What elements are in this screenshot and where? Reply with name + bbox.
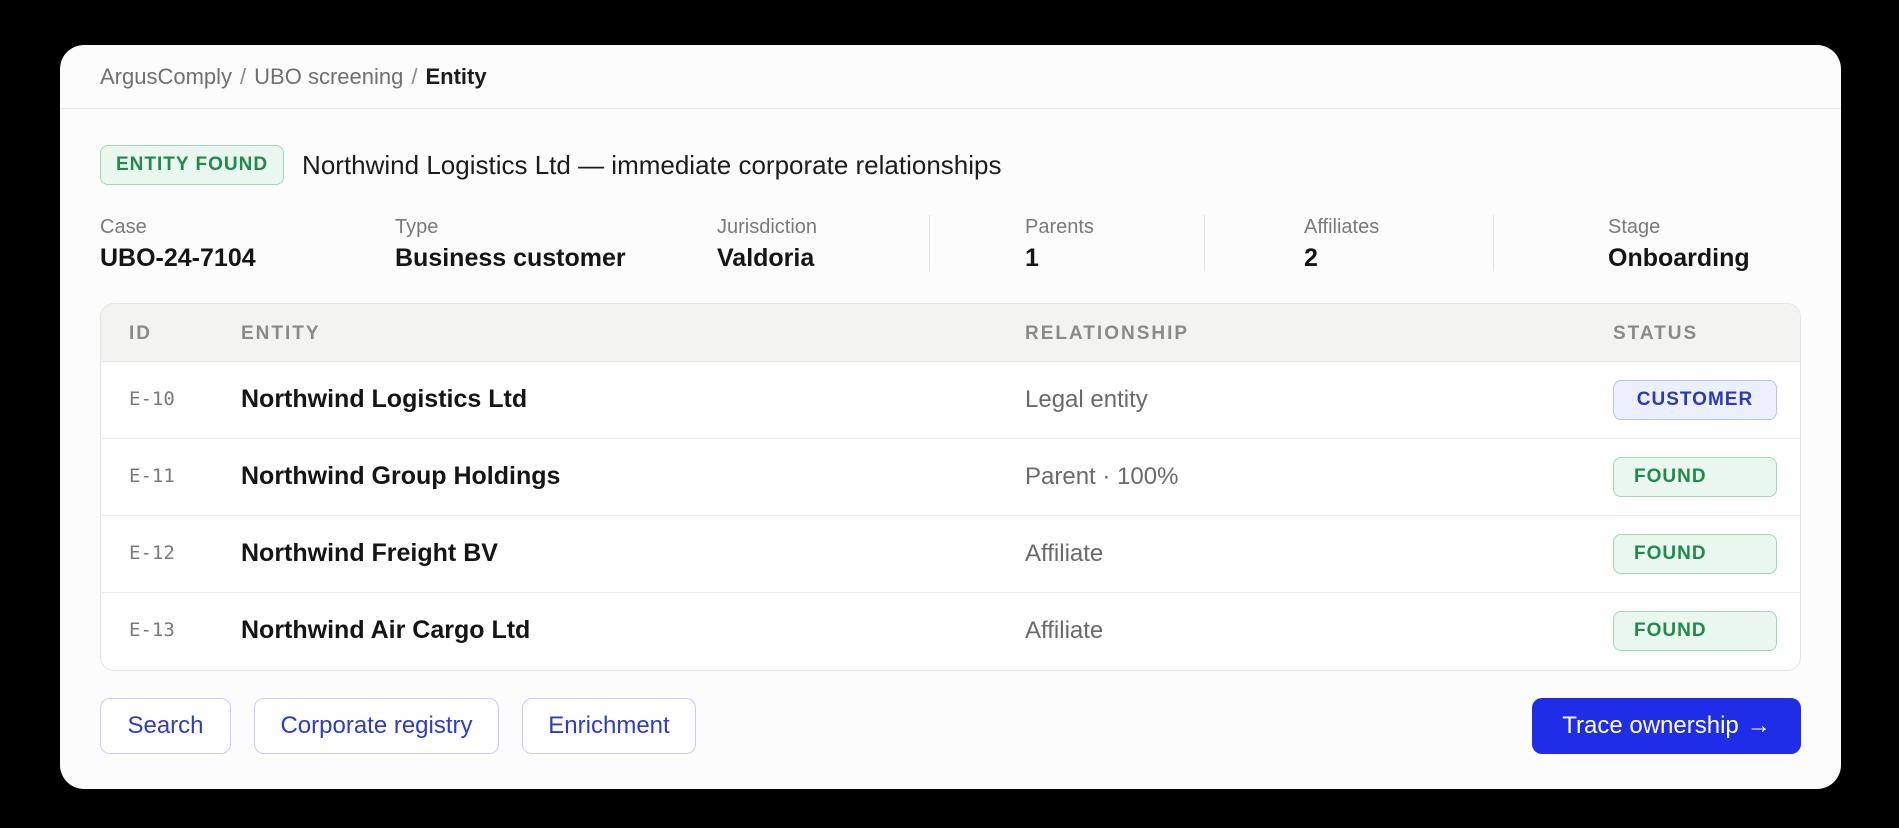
row-entity: Northwind Group Holdings — [241, 462, 561, 490]
status-badge-found: FOUND — [1613, 457, 1777, 497]
breadcrumb-separator: / — [240, 63, 247, 89]
table-header: ID ENTITY RELATIONSHIP STATUS — [101, 304, 1800, 362]
meta-parents-label: Parents — [1025, 216, 1094, 238]
row-id: E-13 — [129, 619, 175, 641]
search-button[interactable]: Search — [100, 698, 231, 754]
corporate-registry-button[interactable]: Corporate registry — [254, 698, 499, 754]
meta-affiliates: Affiliates 2 — [1304, 213, 1379, 275]
title-row: ENTITY FOUND Northwind Logistics Ltd — i… — [100, 145, 1001, 185]
table-row[interactable]: E-11 Northwind Group Holdings Parent · 1… — [101, 439, 1800, 516]
row-entity: Northwind Air Cargo Ltd — [241, 616, 531, 644]
breadcrumb-current: Entity — [425, 63, 487, 89]
table-row[interactable]: E-10 Northwind Logistics Ltd Legal entit… — [101, 362, 1800, 439]
meta-parents-value: 1 — [1025, 244, 1039, 272]
trace-ownership-button[interactable]: Trace ownership → — [1532, 698, 1801, 754]
row-relationship: Affiliate — [1025, 617, 1104, 644]
meta-type: Type Business customer — [395, 213, 626, 275]
meta-jurisdiction: Jurisdiction Valdoria — [717, 213, 817, 275]
table-row[interactable]: E-13 Northwind Air Cargo Ltd Affiliate F… — [101, 593, 1800, 670]
status-badge-customer: CUSTOMER — [1613, 380, 1777, 420]
trace-ownership-label: Trace ownership — [1562, 712, 1739, 739]
row-relationship: Affiliate — [1025, 540, 1104, 567]
entity-found-badge: ENTITY FOUND — [100, 145, 285, 185]
column-header-status: STATUS — [1613, 323, 1699, 344]
meta-stage: Stage Onboarding — [1608, 213, 1750, 275]
row-id: E-12 — [129, 542, 175, 564]
row-relationship: Legal entity — [1025, 386, 1148, 413]
column-header-entity: ENTITY — [241, 323, 321, 344]
page-title: Northwind Logistics Ltd — immediate corp… — [302, 149, 1002, 180]
meta-affiliates-label: Affiliates — [1304, 216, 1380, 238]
breadcrumb-item-arguscomply[interactable]: ArgusComply — [100, 64, 232, 90]
table-row[interactable]: E-12 Northwind Freight BV Affiliate FOUN… — [101, 516, 1800, 593]
meta-stage-value: Onboarding — [1608, 244, 1750, 272]
breadcrumb-separator: / — [411, 63, 418, 89]
breadcrumb-item-ubo-screening[interactable]: UBO screening — [254, 64, 403, 90]
meta-jurisdiction-label: Jurisdiction — [717, 216, 818, 238]
row-entity: Northwind Logistics Ltd — [241, 385, 528, 413]
row-relationship: Parent · 100% — [1025, 463, 1179, 490]
meta-case: Case UBO-24-7104 — [100, 213, 256, 275]
entity-card: ArgusComply / UBO screening / Entity ENT… — [60, 45, 1841, 789]
meta-divider — [1493, 215, 1494, 271]
meta-stage-label: Stage — [1608, 216, 1661, 238]
status-badge-found: FOUND — [1613, 534, 1777, 574]
meta-parents: Parents 1 — [1025, 213, 1094, 275]
meta-affiliates-value: 2 — [1304, 244, 1318, 272]
row-id: E-11 — [129, 465, 175, 487]
relationships-table: ID ENTITY RELATIONSHIP STATUS E-10 North… — [100, 303, 1801, 671]
row-id: E-10 — [129, 388, 175, 410]
meta-case-label: Case — [100, 216, 147, 238]
column-header-relationship: RELATIONSHIP — [1025, 323, 1190, 344]
meta-divider — [1204, 215, 1205, 271]
enrichment-button[interactable]: Enrichment — [522, 698, 696, 754]
row-entity: Northwind Freight BV — [241, 539, 498, 567]
breadcrumb: ArgusComply / UBO screening / Entity — [60, 45, 1841, 109]
meta-jurisdiction-value: Valdoria — [717, 244, 815, 272]
arrow-right-icon: → — [1746, 712, 1771, 739]
meta-type-value: Business customer — [395, 244, 626, 272]
status-badge-found: FOUND — [1613, 611, 1777, 651]
meta-type-label: Type — [395, 216, 439, 238]
meta-divider — [929, 215, 930, 271]
meta-case-value: UBO-24-7104 — [100, 244, 256, 272]
column-header-id: ID — [129, 323, 152, 344]
